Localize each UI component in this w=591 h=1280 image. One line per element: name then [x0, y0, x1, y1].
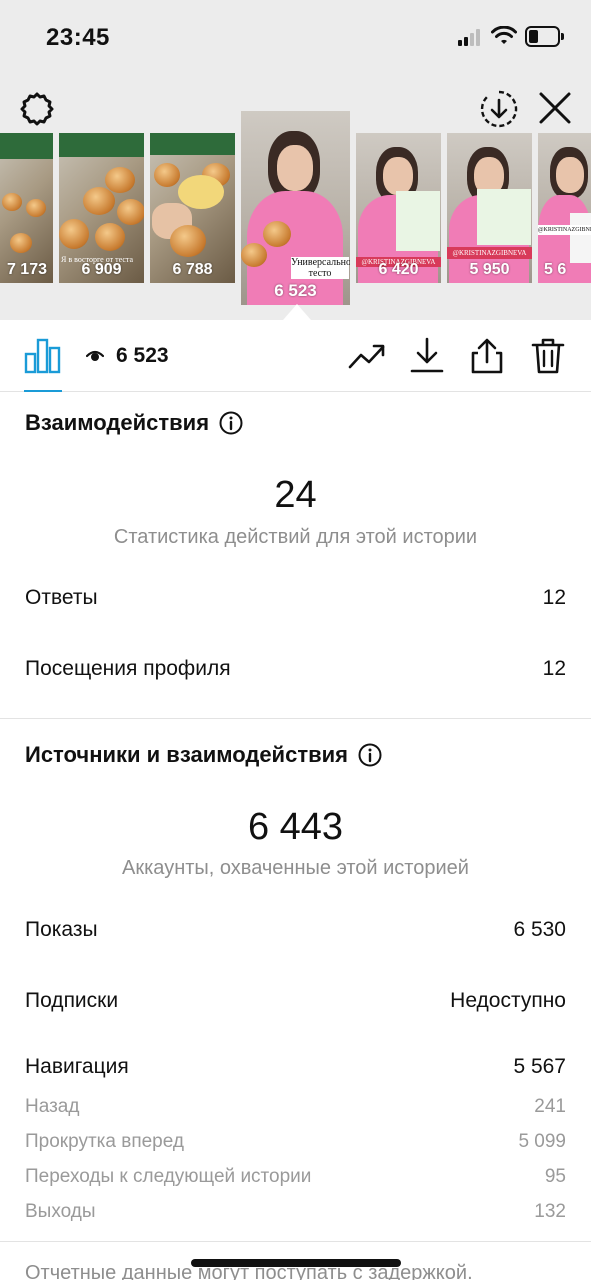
- save-story-button[interactable]: [478, 88, 520, 130]
- eye-icon: [86, 350, 104, 361]
- close-icon: [539, 92, 571, 124]
- delete-button[interactable]: [528, 336, 568, 376]
- story-thumbnail[interactable]: 6 788: [150, 133, 235, 283]
- interactions-section-title: Взаимодействия: [25, 410, 243, 436]
- discovery-section-title: Источники и взаимодействия: [25, 742, 382, 768]
- stat-row-profile-visits: Посещения профиля 12: [25, 657, 566, 681]
- thumbnail-views: 5 6: [544, 261, 567, 278]
- thumbnail-views: 5 950: [469, 261, 510, 278]
- nav-row-exits: Выходы 132: [25, 1201, 566, 1223]
- story-thumbnail[interactable]: Я в восторге от теста 6 909: [59, 133, 144, 283]
- status-bar: 23:45: [0, 0, 591, 70]
- download-icon: [410, 337, 444, 373]
- stat-label: Назад: [25, 1096, 80, 1117]
- stat-value: 5 567: [513, 1055, 566, 1078]
- stat-label: Переходы к следующей истории: [25, 1166, 312, 1187]
- thumbnail-views: 7 173: [6, 261, 47, 278]
- active-tab-indicator: [24, 390, 62, 392]
- section-divider: [0, 1241, 591, 1242]
- story-thumbnail[interactable]: 7 173: [0, 133, 53, 283]
- stat-label: Выходы: [25, 1201, 96, 1222]
- stat-value: 6 530: [513, 918, 566, 941]
- thumbnail-views: 6 909: [81, 261, 122, 278]
- stat-value: 12: [542, 586, 566, 609]
- stat-value: 12: [542, 657, 566, 680]
- download-button[interactable]: [407, 336, 447, 376]
- stat-value: Недоступно: [450, 989, 566, 1012]
- thumbnail-views: 6 420: [378, 261, 419, 278]
- cellular-signal-icon: [458, 28, 484, 46]
- share-button[interactable]: [467, 336, 507, 376]
- trash-icon: [531, 338, 565, 374]
- stat-row-impressions: Показы 6 530: [25, 918, 566, 942]
- story-thumbnail-selected[interactable]: Универсальное тесто 6 523: [241, 111, 350, 305]
- battery-icon: [525, 26, 565, 47]
- discovery-total: 6 443: [247, 806, 344, 848]
- thumbnail-caption: Универсальное тесто: [291, 257, 350, 279]
- stat-label: Посещения профиля: [25, 657, 231, 680]
- status-time: 23:45: [46, 24, 110, 51]
- stat-label: Ответы: [25, 586, 98, 609]
- stat-label: Прокрутка вперед: [25, 1131, 184, 1152]
- thumbnail-caption: @KRISTINAZGIBNEVA: [447, 247, 532, 259]
- story-thumbnail[interactable]: @KRISTINAZGIBNEVA 5 950: [447, 133, 532, 283]
- nav-row-back: Назад 241: [25, 1096, 566, 1118]
- wifi-icon: [491, 26, 517, 44]
- info-icon[interactable]: [358, 743, 382, 767]
- insights-tab[interactable]: [24, 338, 62, 374]
- selected-story-pointer: [283, 304, 311, 320]
- interactions-title-text: Взаимодействия: [25, 410, 210, 435]
- thumbnail-caption: @KRISTINAZGIBNEVA: [538, 225, 591, 235]
- home-indicator[interactable]: [191, 1259, 401, 1267]
- interactions-total: 24: [274, 474, 317, 516]
- stat-value: 95: [544, 1166, 566, 1187]
- thumbnail-views: 6 523: [274, 281, 317, 300]
- gear-icon: [20, 92, 54, 126]
- stat-label: Навигация: [25, 1055, 129, 1078]
- discovery-caption: Аккаунты, охваченные этой историей: [122, 857, 469, 879]
- download-circle-icon: [480, 90, 518, 128]
- trending-icon: [348, 344, 385, 369]
- story-thumbnail[interactable]: @KRISTINAZGIBNEVA 6 420: [356, 133, 441, 283]
- interactions-caption: Статистика действий для этой истории: [113, 526, 478, 548]
- info-icon[interactable]: [219, 411, 243, 435]
- stat-label: Показы: [25, 918, 98, 941]
- stat-row-navigation: Навигация 5 567: [25, 1055, 566, 1079]
- stat-label: Подписки: [25, 989, 119, 1012]
- discovery-title-text: Источники и взаимодействия: [25, 742, 348, 767]
- section-divider: [0, 718, 591, 719]
- settings-gear-button[interactable]: [18, 90, 56, 128]
- viewers-count[interactable]: 6 523: [116, 344, 169, 368]
- stat-value: 241: [534, 1096, 566, 1117]
- nav-row-next-story: Переходы к следующей истории 95: [25, 1166, 566, 1188]
- stat-row-follows: Подписки Недоступно: [25, 989, 566, 1013]
- story-toolbar: 6 523: [0, 320, 591, 392]
- thumbnail-views: 6 788: [172, 261, 213, 278]
- share-icon: [471, 338, 503, 374]
- bar-chart-icon: [24, 338, 61, 374]
- stat-row-replies: Ответы 12: [25, 586, 566, 610]
- promote-button[interactable]: [347, 336, 387, 376]
- close-button[interactable]: [535, 88, 575, 128]
- nav-row-forward: Прокрутка вперед 5 099: [25, 1131, 566, 1153]
- stat-value: 132: [534, 1201, 566, 1222]
- stat-value: 5 099: [518, 1131, 566, 1152]
- story-thumbnail[interactable]: @KRISTINAZGIBNEVA 5 6: [538, 133, 591, 283]
